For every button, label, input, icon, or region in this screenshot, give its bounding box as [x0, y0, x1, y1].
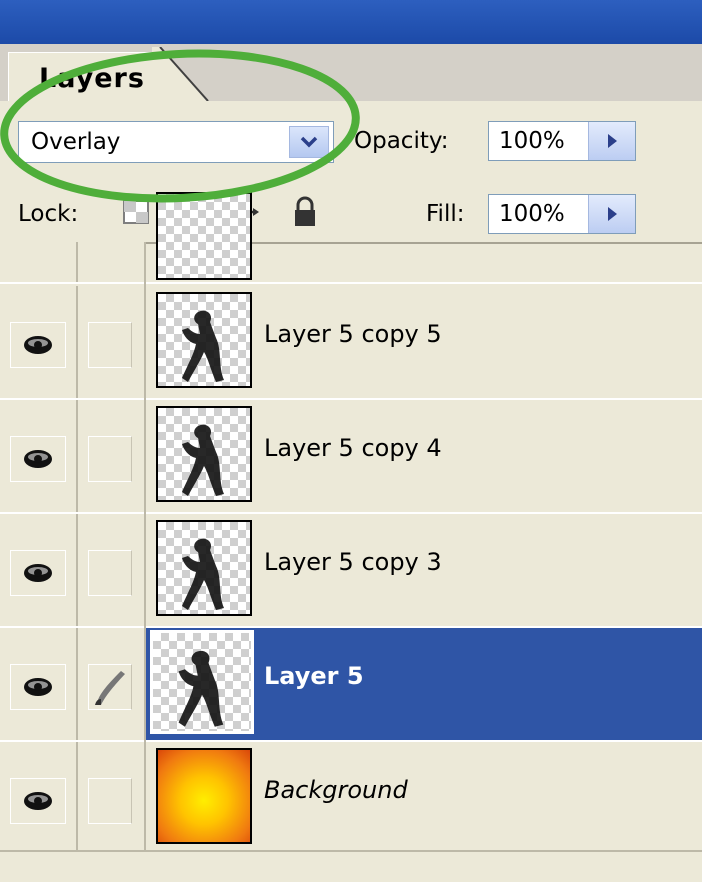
eye-icon	[24, 564, 52, 582]
layer-name-area[interactable]: Layer 5	[146, 628, 702, 740]
column-divider	[144, 252, 146, 882]
layer-name: Layer 5 copy 3	[264, 548, 442, 576]
layer-name-area[interactable]: Background	[146, 742, 702, 854]
link-cell[interactable]	[78, 286, 146, 398]
layer-name-area[interactable]: Layer 5 copy 4	[146, 400, 702, 512]
blend-mode-select[interactable]: Overlay	[18, 121, 334, 163]
visibility-cell[interactable]	[0, 286, 78, 398]
eye-icon	[24, 678, 52, 696]
layer-name: Layer 5 copy 5	[264, 320, 442, 348]
layer-name: Layer 5 copy 4	[264, 434, 442, 462]
layer-name-area[interactable]: Layer 5 copy 5	[146, 286, 702, 398]
layer-row[interactable]	[0, 192, 702, 284]
layer-thumbnail	[156, 406, 252, 502]
visibility-cell[interactable]	[0, 514, 78, 626]
eye-toggle[interactable]	[10, 550, 66, 596]
triangle-right-icon	[608, 207, 617, 221]
tab-edge	[152, 47, 209, 103]
visibility-cell[interactable]	[0, 400, 78, 512]
layer-thumbnail	[156, 192, 252, 280]
lock-transparent-pixels-icon[interactable]	[120, 195, 154, 229]
layer-thumbnail	[156, 748, 252, 844]
fill-field[interactable]: 100%	[488, 194, 636, 234]
layer-row[interactable]: Layer 5 copy 3	[0, 514, 702, 628]
fill-slider-button[interactable]	[588, 195, 635, 233]
eye-toggle[interactable]	[10, 664, 66, 710]
layer-name: Background	[264, 776, 408, 804]
eye-toggle[interactable]	[10, 436, 66, 482]
opacity-field[interactable]: 100%	[488, 121, 636, 161]
eye-toggle[interactable]	[10, 778, 66, 824]
layer-name-area[interactable]: Layer 5 copy 3	[146, 514, 702, 626]
opacity-label: Opacity:	[354, 128, 449, 154]
layer-name-area[interactable]	[146, 192, 702, 282]
link-toggle[interactable]	[88, 664, 132, 710]
window-title-bar	[0, 0, 702, 44]
triangle-right-icon	[608, 134, 617, 148]
tab-strip: Layers	[0, 44, 702, 103]
layer-row[interactable]: Layer 5 copy 5	[0, 286, 702, 400]
link-cell[interactable]	[78, 742, 146, 854]
blend-mode-value: Overlay	[31, 129, 121, 155]
layer-row[interactable]: Background	[0, 742, 702, 856]
panel-footer	[0, 850, 702, 882]
layer-options-bar: Overlay Opacity: 100% Lock: Fill: 100%	[0, 101, 702, 251]
link-cell[interactable]	[78, 628, 146, 740]
layer-name: Layer 5	[264, 662, 364, 690]
layer-thumbnail	[156, 520, 252, 616]
eye-icon	[24, 450, 52, 468]
tab-layers[interactable]: Layers	[8, 52, 159, 103]
link-cell[interactable]	[78, 514, 146, 626]
lock-all-icon[interactable]	[288, 195, 322, 229]
link-toggle[interactable]	[88, 436, 132, 482]
link-toggle[interactable]	[88, 778, 132, 824]
link-cell[interactable]	[78, 400, 146, 512]
layer-thumbnail	[156, 292, 252, 388]
layer-row[interactable]: Layer 5 copy 4	[0, 400, 702, 514]
figure-silhouette-icon	[182, 310, 224, 382]
opacity-value: 100%	[499, 128, 565, 154]
paintbrush-icon	[95, 671, 125, 705]
tab-layers-label: Layers	[39, 63, 145, 94]
layers-list: Layer 5 copy 5 Layer 5 copy 4 Layer 5 co…	[0, 192, 702, 882]
visibility-cell[interactable]	[0, 742, 78, 854]
figure-silhouette-icon	[182, 538, 224, 610]
opacity-slider-button[interactable]	[588, 122, 635, 160]
eye-icon	[24, 336, 52, 354]
eye-toggle[interactable]	[10, 322, 66, 368]
link-toggle[interactable]	[88, 550, 132, 596]
link-toggle[interactable]	[88, 322, 132, 368]
figure-silhouette-icon	[178, 650, 224, 727]
link-cell[interactable]	[78, 242, 146, 282]
blend-mode-dropdown-button[interactable]	[289, 126, 329, 158]
visibility-cell[interactable]	[0, 242, 78, 282]
fill-label: Fill:	[426, 201, 465, 227]
figure-silhouette-icon	[182, 424, 224, 496]
lock-label: Lock:	[18, 201, 79, 227]
layer-thumbnail	[150, 630, 254, 734]
fill-value: 100%	[499, 201, 565, 227]
eye-icon	[24, 792, 52, 810]
layer-row-selected[interactable]: Layer 5	[0, 628, 702, 742]
chevron-down-icon	[300, 136, 318, 148]
visibility-cell[interactable]	[0, 628, 78, 740]
